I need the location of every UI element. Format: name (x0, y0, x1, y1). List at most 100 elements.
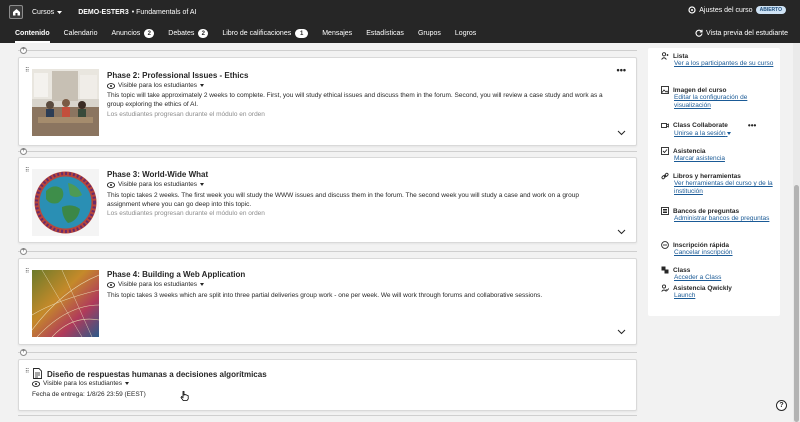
drag-handle-icon[interactable]: ⠿ (25, 68, 30, 74)
course-settings-button[interactable]: Ajustes del curso ABIERTO (688, 6, 786, 14)
add-content-divider[interactable] (18, 415, 637, 416)
chevron-down-icon[interactable] (617, 329, 626, 335)
add-content-button[interactable]: + (20, 248, 27, 255)
sidebar-item-bancos-preguntas: Bancos de preguntas Administrar bancos d… (661, 207, 776, 223)
visibility-toggle[interactable]: Visible para los estudiantes (107, 82, 205, 89)
courses-label: Cursos (32, 8, 55, 16)
sidebar-item-link[interactable]: Editar la configuración de visualización (674, 94, 776, 110)
help-button[interactable]: ? (776, 400, 787, 411)
add-content-divider[interactable] (18, 151, 637, 152)
content-item[interactable]: ⠿ Diseño de respuestas humanas a decisio… (18, 359, 637, 411)
course-nav: Contenido Calendario Anuncios 2 Debates 2 … (0, 24, 800, 43)
tab-label: Anuncios (111, 30, 141, 37)
home-button[interactable] (9, 5, 23, 19)
assignment-icon (33, 368, 42, 379)
visibility-label: Visible para los estudiantes (118, 181, 198, 188)
tab-label: Mensajes (322, 30, 353, 37)
module-image (32, 69, 99, 136)
tab-mensajes[interactable]: Mensajes (322, 24, 352, 43)
module-description: This topic takes 2 weeks. The first week… (107, 192, 579, 208)
tab-label: Calendario (63, 30, 98, 37)
module-title[interactable]: Phase 4: Building a Web Application (107, 270, 245, 279)
progress-note: Los estudiantes progresan durante el mód… (107, 210, 265, 217)
tab-estadisticas[interactable]: Estadísticas (366, 24, 404, 43)
sidebar-item-title: Inscripción rápida (673, 241, 729, 249)
tab-libro-calificaciones[interactable]: Libro de calificaciones 1 (222, 24, 309, 43)
collaborate-icon (661, 122, 669, 130)
course-name: • Fundamentals of AI (131, 8, 197, 16)
question-bank-icon (661, 207, 669, 215)
sidebar-item-link[interactable]: Marcar asistencia (674, 155, 776, 163)
image-icon (661, 86, 669, 94)
person-icon (661, 52, 669, 60)
add-content-button[interactable]: + (20, 47, 27, 54)
hand-cursor-icon (180, 391, 189, 401)
module-image (32, 169, 99, 236)
course-settings-label: Ajustes del curso (699, 6, 753, 14)
add-content-button[interactable]: + (20, 148, 27, 155)
visibility-toggle[interactable]: Visible para los estudiantes (107, 181, 205, 188)
drag-handle-icon[interactable]: ⠿ (25, 269, 30, 275)
sidebar-item-title: Bancos de preguntas (673, 207, 740, 215)
module-description: This topic will take approximately 2 wee… (107, 92, 603, 108)
sidebar-item-title: Asistencia Qwickly (673, 284, 732, 292)
more-options-icon[interactable]: ••• (748, 121, 756, 130)
link-icon (661, 172, 669, 180)
add-content-button[interactable]: + (20, 349, 27, 356)
tab-calendario[interactable]: Calendario (64, 24, 98, 43)
sidebar-item-link[interactable]: Cancelar inscripción (674, 249, 776, 257)
sidebar-item-link[interactable]: Launch (674, 292, 776, 300)
module-title[interactable]: Phase 2: Professional Issues - Ethics (107, 71, 248, 80)
tab-debates[interactable]: Debates 2 (168, 24, 209, 43)
content-item[interactable]: ⠿ Phase 2: Professional Issues - Ethics … (18, 57, 637, 146)
sidebar-item-link[interactable]: Acceder a Class (674, 274, 776, 282)
content-item[interactable]: ⠿ Phase 3: World-Wide What Visible para … (18, 157, 637, 243)
sidebar-item-asistencia-qwickly: Asistencia Qwickly Launch (661, 284, 776, 300)
sidebar-item-title: Asistencia (673, 147, 706, 155)
drag-handle-icon[interactable]: ⠿ (25, 168, 30, 174)
visibility-label: Visible para los estudiantes (118, 82, 198, 89)
add-content-divider[interactable] (18, 251, 637, 252)
due-date: Fecha de entrega: 1/8/26 23:59 (EEST) (32, 391, 146, 398)
tab-logros[interactable]: Logros (455, 24, 476, 43)
sidebar-item-link[interactable]: Ver herramientas del curso y de la insti… (674, 180, 776, 196)
tab-anuncios[interactable]: Anuncios 2 (111, 24, 155, 43)
sidebar-item-lista: Lista Ver a los participantes de su curs… (661, 52, 776, 68)
sidebar-item-link[interactable]: Unirse a la sesión (674, 130, 776, 138)
tab-contenido[interactable]: Contenido (15, 24, 50, 43)
progress-note: Los estudiantes progresan durante el mód… (107, 111, 265, 118)
top-bar: Cursos DEMO-ESTER3 • Fundamentals of AI … (0, 0, 800, 24)
scrollbar-thumb[interactable] (794, 185, 799, 422)
courses-menu[interactable]: Cursos (32, 8, 63, 16)
count-badge: 2 (198, 29, 209, 38)
student-preview-button[interactable]: Vista previa del estudiante (695, 29, 788, 37)
tab-label: Grupos (417, 30, 441, 37)
class-app-icon (661, 266, 669, 274)
tab-grupos[interactable]: Grupos (418, 24, 441, 43)
tab-label: Libro de calificaciones (222, 30, 292, 37)
caret-down-icon (200, 84, 205, 87)
drag-handle-icon[interactable]: ⠿ (25, 369, 30, 375)
sidebar-item-link[interactable]: Administrar bancos de preguntas (674, 215, 776, 223)
tab-label: Debates (168, 30, 195, 37)
module-description: This topic takes 3 weeks which are split… (107, 292, 543, 299)
add-content-divider[interactable] (18, 352, 637, 353)
visibility-toggle[interactable]: Visible para los estudiantes (107, 281, 205, 288)
sidebar-item-inscripcion-rapida: Inscripción rápida Cancelar inscripción (661, 241, 776, 257)
home-icon (12, 9, 20, 16)
content-item[interactable]: ⠿ Phase 4: Building a Web Application Vi… (18, 258, 637, 345)
sidebar-item-link[interactable]: Ver a los participantes de su curso (674, 60, 776, 68)
visibility-label: Visible para los estudiantes (118, 281, 198, 288)
count-badge: 2 (144, 29, 155, 38)
add-content-divider[interactable] (18, 50, 637, 51)
status-badge: ABIERTO (755, 6, 786, 14)
module-title[interactable]: Phase 3: World-Wide What (107, 170, 208, 179)
sidebar-item-class: Class Acceder a Class (661, 266, 776, 282)
more-options-icon[interactable]: ••• (617, 65, 626, 75)
chevron-down-icon[interactable] (617, 229, 626, 235)
visibility-toggle[interactable]: Visible para los estudiantes (32, 380, 130, 387)
count-badge: 1 (295, 29, 309, 38)
assignment-title[interactable]: Diseño de respuestas humanas a decisione… (47, 370, 267, 379)
sidebar-item-title: Imagen del curso (673, 86, 727, 94)
chevron-down-icon[interactable] (617, 130, 626, 136)
